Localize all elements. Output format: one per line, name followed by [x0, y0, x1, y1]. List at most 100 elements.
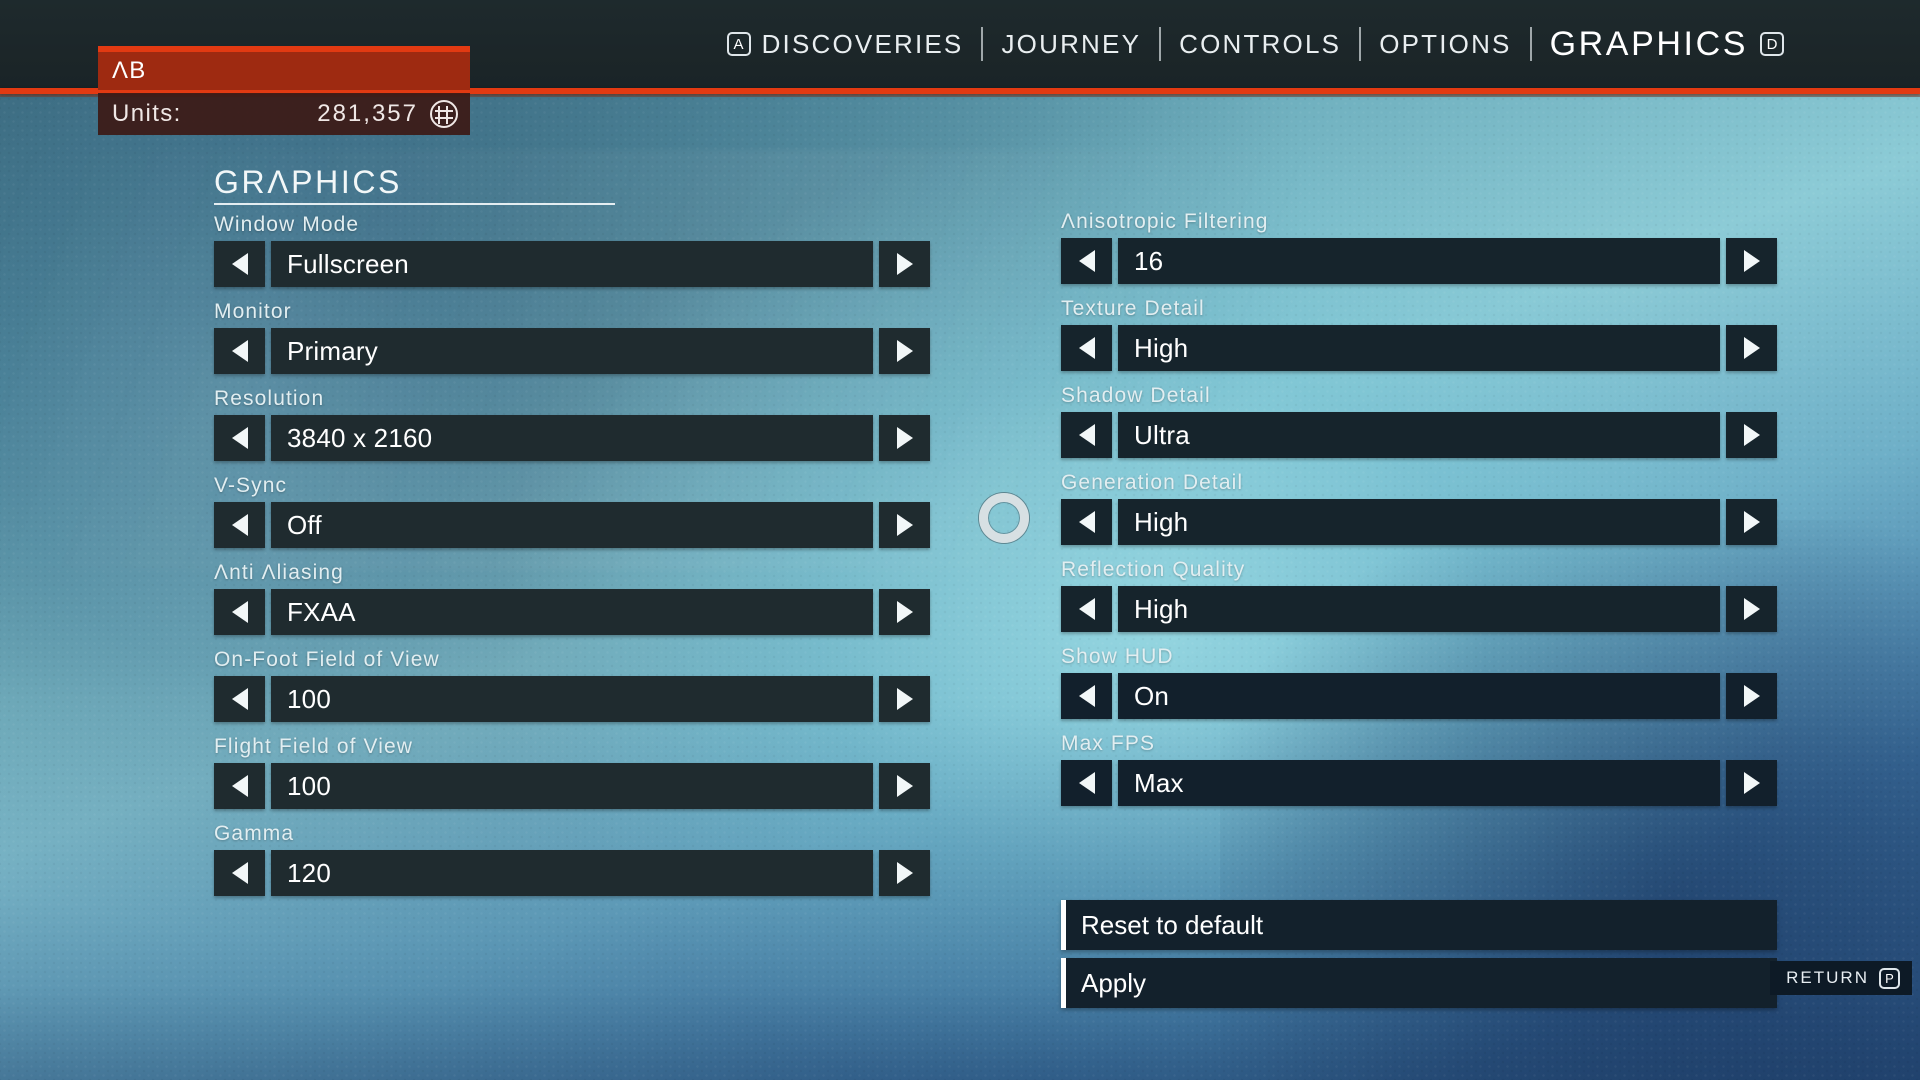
prev-value-button-shadow-detail[interactable]	[1061, 412, 1112, 458]
chevron-left-icon	[231, 340, 248, 362]
setting-flight-field-of-view: Flight Field of View 100	[214, 735, 930, 809]
next-value-button-max-fps[interactable]	[1726, 760, 1777, 806]
chevron-right-icon	[896, 253, 913, 275]
setting-generation-detail: Generation Detail High	[1061, 471, 1777, 545]
setting-label-window-mode: Window Mode	[214, 213, 360, 236]
setting-value-on-foot-field-of-view[interactable]: 100	[271, 676, 873, 722]
next-value-button-monitor[interactable]	[879, 328, 930, 374]
nav-item-graphics[interactable]: GRAPHICS D	[1532, 25, 1784, 64]
nav-item-discoveries[interactable]: A DISCOVERIES	[709, 29, 982, 60]
setting-label-anisotropic-filtering: Λnisotropic Filtering	[1061, 210, 1269, 233]
return-hint[interactable]: RETURN P	[1770, 961, 1912, 995]
setting-row-generation-detail: High	[1061, 499, 1777, 545]
setting-anti-aliasing: Λnti Λliasing FXAA	[214, 561, 930, 635]
setting-show-hud: Show HUD On	[1061, 645, 1777, 719]
setting-row-gamma: 120	[214, 850, 930, 896]
setting-value-generation-detail[interactable]: High	[1118, 499, 1720, 545]
setting-row-shadow-detail: Ultra	[1061, 412, 1777, 458]
chevron-right-icon	[896, 514, 913, 536]
setting-label-reflection-quality: Reflection Quality	[1061, 558, 1246, 581]
prev-value-button-resolution[interactable]	[214, 415, 265, 461]
setting-row-show-hud: On	[1061, 673, 1777, 719]
prev-value-button-flight-field-of-view[interactable]	[214, 763, 265, 809]
chevron-left-icon	[1078, 598, 1095, 620]
setting-value-window-mode[interactable]: Fullscreen	[271, 241, 873, 287]
setting-value-resolution[interactable]: 3840 x 2160	[271, 415, 873, 461]
next-value-button-shadow-detail[interactable]	[1726, 412, 1777, 458]
prev-value-button-monitor[interactable]	[214, 328, 265, 374]
setting-value-anisotropic-filtering[interactable]: 16	[1118, 238, 1720, 284]
next-value-button-on-foot-field-of-view[interactable]	[879, 676, 930, 722]
setting-value-gamma[interactable]: 120	[271, 850, 873, 896]
prev-value-button-gamma[interactable]	[214, 850, 265, 896]
nav-item-label: DISCOVERIES	[761, 28, 964, 59]
prev-value-button-on-foot-field-of-view[interactable]	[214, 676, 265, 722]
nav-item-label: CONTROLS	[1179, 28, 1342, 59]
next-value-button-v-sync[interactable]	[879, 502, 930, 548]
units-label: Units:	[112, 100, 182, 127]
setting-label-anti-aliasing: Λnti Λliasing	[214, 561, 344, 584]
prev-value-button-v-sync[interactable]	[214, 502, 265, 548]
units-value: 281,357	[317, 100, 418, 127]
setting-value-monitor[interactable]: Primary	[271, 328, 873, 374]
chevron-left-icon	[1078, 337, 1095, 359]
chevron-left-icon	[231, 253, 248, 275]
nav-item-journey[interactable]: JOURNEY	[983, 29, 1159, 60]
prev-value-button-max-fps[interactable]	[1061, 760, 1112, 806]
nav-item-label: OPTIONS	[1379, 28, 1512, 59]
next-value-button-flight-field-of-view[interactable]	[879, 763, 930, 809]
setting-value-v-sync[interactable]: Off	[271, 502, 873, 548]
nav-item-label: JOURNEY	[1001, 28, 1142, 59]
prev-value-button-anti-aliasing[interactable]	[214, 589, 265, 635]
next-value-button-window-mode[interactable]	[879, 241, 930, 287]
main-nav: A DISCOVERIES JOURNEY CONTROLS OPTIONS GRAPHI…	[709, 0, 1784, 88]
chevron-right-icon	[896, 340, 913, 362]
prev-value-button-window-mode[interactable]	[214, 241, 265, 287]
setting-value-flight-field-of-view[interactable]: 100	[271, 763, 873, 809]
prev-value-button-texture-detail[interactable]	[1061, 325, 1112, 371]
setting-value-anti-aliasing[interactable]: FXAA	[271, 589, 873, 635]
chevron-left-icon	[1078, 511, 1095, 533]
page-title-underline	[214, 203, 615, 205]
setting-row-v-sync: Off	[214, 502, 930, 548]
chevron-right-icon	[1743, 250, 1760, 272]
next-value-button-gamma[interactable]	[879, 850, 930, 896]
setting-value-max-fps[interactable]: Max	[1118, 760, 1720, 806]
setting-value-shadow-detail[interactable]: Ultra	[1118, 412, 1720, 458]
next-value-button-texture-detail[interactable]	[1726, 325, 1777, 371]
nav-item-options[interactable]: OPTIONS	[1361, 29, 1529, 60]
prev-value-button-anisotropic-filtering[interactable]	[1061, 238, 1112, 284]
chevron-right-icon	[896, 427, 913, 449]
setting-label-gamma: Gamma	[214, 822, 295, 845]
next-value-button-anti-aliasing[interactable]	[879, 589, 930, 635]
chevron-left-icon	[1078, 685, 1095, 707]
chevron-right-icon	[1743, 511, 1760, 533]
prev-value-button-show-hud[interactable]	[1061, 673, 1112, 719]
nav-item-controls[interactable]: CONTROLS	[1161, 29, 1359, 60]
chevron-right-icon	[1743, 598, 1760, 620]
apply-button[interactable]: Apply	[1061, 958, 1777, 1008]
next-value-button-generation-detail[interactable]	[1726, 499, 1777, 545]
chevron-left-icon	[231, 862, 248, 884]
settings-column-right: Λnisotropic Filtering 16 Texture Detail Hig…	[1061, 210, 1777, 819]
setting-row-anisotropic-filtering: 16	[1061, 238, 1777, 284]
next-value-button-anisotropic-filtering[interactable]	[1726, 238, 1777, 284]
setting-row-window-mode: Fullscreen	[214, 241, 930, 287]
setting-on-foot-field-of-view: On-Foot Field of View 100	[214, 648, 930, 722]
next-value-button-reflection-quality[interactable]	[1726, 586, 1777, 632]
setting-value-show-hud[interactable]: On	[1118, 673, 1720, 719]
units-panel: ΛB Units: 281,357	[98, 46, 470, 135]
prev-value-button-reflection-quality[interactable]	[1061, 586, 1112, 632]
prev-value-button-generation-detail[interactable]	[1061, 499, 1112, 545]
cursor-ring-icon	[979, 493, 1029, 543]
next-value-button-resolution[interactable]	[879, 415, 930, 461]
setting-row-max-fps: Max	[1061, 760, 1777, 806]
return-key-badge: P	[1879, 967, 1900, 989]
next-value-button-show-hud[interactable]	[1726, 673, 1777, 719]
reset-to-default-button[interactable]: Reset to default	[1061, 900, 1777, 950]
setting-label-show-hud: Show HUD	[1061, 645, 1174, 668]
setting-value-reflection-quality[interactable]: High	[1118, 586, 1720, 632]
setting-max-fps: Max FPS Max	[1061, 732, 1777, 806]
setting-value-texture-detail[interactable]: High	[1118, 325, 1720, 371]
setting-row-anti-aliasing: FXAA	[214, 589, 930, 635]
